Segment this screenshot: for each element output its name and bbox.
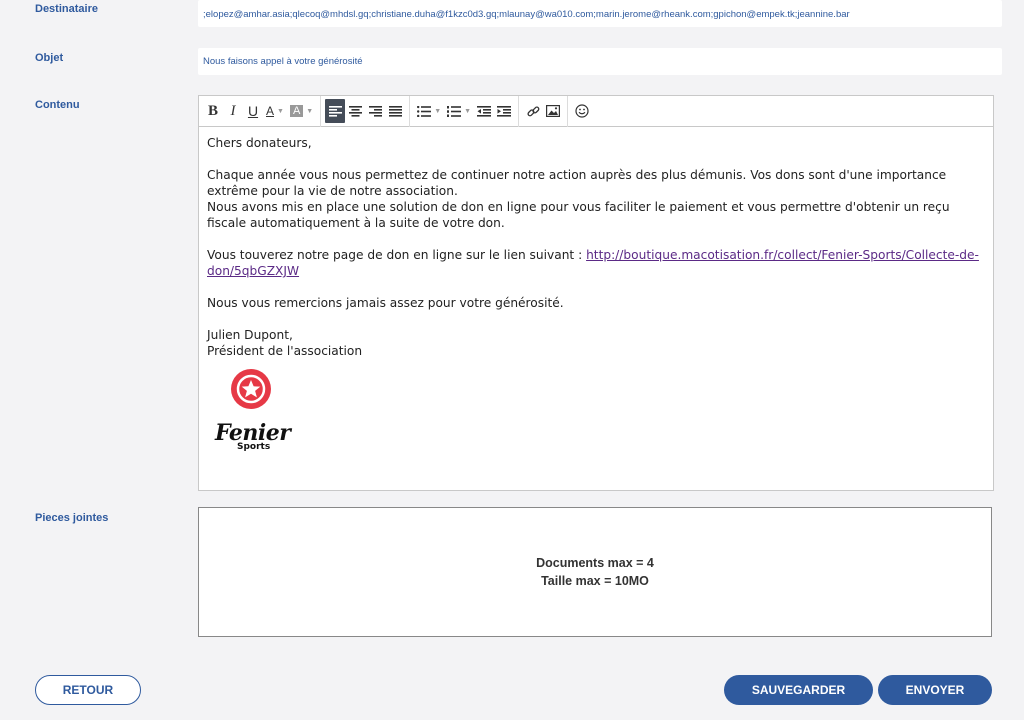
toolbar-divider [409, 95, 411, 127]
align-right-icon [368, 105, 382, 117]
align-center-button[interactable] [345, 99, 365, 123]
link-intro-text: Vous touverez notre page de don en ligne… [207, 248, 587, 262]
caret-down-icon: ▼ [277, 107, 284, 115]
align-left-button[interactable] [325, 99, 346, 123]
align-center-icon [348, 105, 362, 117]
align-justify-icon [388, 105, 402, 117]
thanks-text: Nous vous remercions jamais assez pour v… [207, 296, 564, 310]
signature: Julien Dupont, Président de l'associatio… [207, 327, 985, 359]
bold-button[interactable]: B [203, 99, 223, 123]
font-color-icon: A [266, 104, 275, 118]
insert-link-button[interactable] [523, 99, 543, 123]
rich-text-editor[interactable]: B I U A ▼ A ▼ ▼ ▼ Chers donateurs, Chaqu… [198, 95, 994, 491]
body-text: Nous avons mis en place une solution de … [207, 200, 950, 230]
numbered-list-button[interactable]: ▼ [444, 99, 474, 123]
indent-button[interactable] [494, 99, 514, 123]
toolbar-divider [518, 95, 520, 127]
insert-image-button[interactable] [543, 99, 563, 123]
attachments-dropzone[interactable]: Documents max = 4 Taille max = 10MO [198, 507, 992, 637]
toolbar-divider [567, 95, 569, 127]
highlight-color-button[interactable]: A ▼ [287, 99, 316, 123]
signature-role: Président de l'association [207, 344, 363, 358]
underline-button[interactable]: U [243, 99, 263, 123]
max-documents-text: Documents max = 4 [536, 556, 654, 570]
subject-label: Objet [35, 52, 64, 64]
caret-down-icon: ▼ [434, 107, 442, 115]
outdent-icon [477, 105, 492, 117]
send-button[interactable]: ENVOYER [878, 675, 992, 705]
link-paragraph: Vous touverez notre page de don en ligne… [207, 247, 985, 279]
outdent-button[interactable] [474, 99, 494, 123]
body-text: Chaque année vous nous permettez de cont… [207, 168, 947, 198]
caret-down-icon: ▼ [464, 107, 472, 115]
fenier-sports-logo: Fenier Sports [215, 369, 295, 455]
indent-icon [497, 105, 512, 117]
smiley-icon [575, 104, 589, 118]
italic-button[interactable]: I [223, 99, 243, 123]
save-button[interactable]: SAUVEGARDER [724, 675, 873, 705]
link-icon [527, 105, 540, 116]
content-label: Contenu [35, 99, 80, 111]
image-icon [546, 105, 561, 117]
attachments-label: Pieces jointes [35, 512, 109, 524]
back-button[interactable]: RETOUR [35, 675, 141, 705]
toolbar-divider [320, 95, 322, 127]
recipient-label: Destinataire [35, 3, 98, 15]
justify-button[interactable] [385, 99, 405, 123]
signature-name: Julien Dupont, [207, 328, 293, 342]
bullet-list-button[interactable]: ▼ [414, 99, 444, 123]
editor-content[interactable]: Chers donateurs, Chaque année vous nous … [199, 127, 993, 463]
max-size-text: Taille max = 10MO [541, 574, 649, 588]
caret-down-icon: ▼ [306, 107, 314, 115]
editor-toolbar: B I U A ▼ A ▼ ▼ ▼ [199, 95, 993, 127]
highlight-icon: A [289, 105, 304, 117]
subject-field[interactable]: Nous faisons appel à votre générosité [198, 48, 1002, 75]
bullet-list-icon [417, 105, 432, 117]
greeting-text: Chers donateurs, [207, 136, 312, 150]
font-color-button[interactable]: A ▼ [263, 99, 287, 123]
align-right-button[interactable] [365, 99, 385, 123]
body-paragraph: Chaque année vous nous permettez de cont… [207, 167, 985, 231]
numbered-list-icon [447, 105, 462, 117]
align-left-icon [328, 105, 342, 117]
recipient-field[interactable]: ;elopez@amhar.asia;qlecoq@mhdsl.gq;chris… [198, 0, 1002, 27]
emoji-button[interactable] [572, 99, 592, 123]
